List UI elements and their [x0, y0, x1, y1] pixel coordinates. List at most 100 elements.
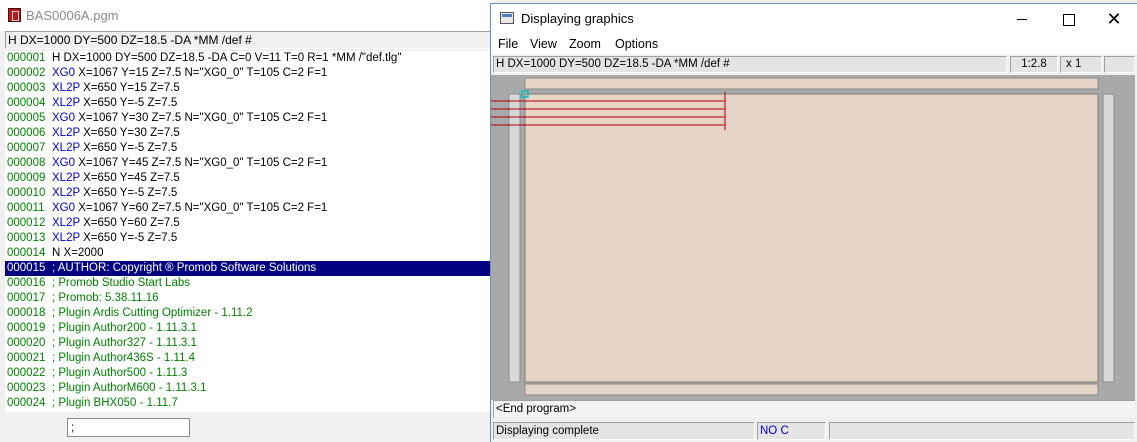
program-line[interactable]: 000008 XG0 X=1067 Y=45 Z=7.5 N="XG0_0" T=… [5, 156, 492, 171]
line-text: ; Plugin Ardis Cutting Optimizer - 1.11.… [52, 307, 253, 319]
line-number: 000002 [7, 67, 46, 79]
close-button[interactable]: ✕ [1091, 4, 1137, 34]
program-line[interactable]: 000002 XG0 X=1067 Y=15 Z=7.5 N="XG0_0" T=… [5, 66, 492, 81]
program-line[interactable]: 000023 ; Plugin AuthorM600 - 1.11.3.1 [5, 381, 492, 396]
line-text: ; Promob: 5.38.11.16 [52, 292, 159, 304]
line-text: N X=2000 [52, 247, 104, 259]
program-status-line: <End program> [493, 400, 1135, 418]
scale-readout: 1:2.8 [1010, 56, 1058, 73]
program-line[interactable]: 000014 N X=2000 [5, 246, 492, 261]
graphics-titlebar[interactable]: Displaying graphics ✕ [491, 4, 1137, 34]
line-text: ; Plugin Author500 - 1.11.3 [52, 367, 188, 379]
line-text: XL2P X=650 Y=60 Z=7.5 [52, 216, 180, 231]
line-text: ; Plugin Author327 - 1.11.3.1 [52, 337, 197, 349]
line-number: 000007 [7, 142, 46, 154]
program-file-icon [8, 8, 21, 22]
line-command: XL2P [52, 217, 80, 229]
line-number: 000010 [7, 187, 46, 199]
line-number: 000016 [7, 277, 46, 289]
line-text: ; Promob Studio Start Labs [52, 277, 191, 289]
line-text: ; AUTHOR: Copyright ® Promob Software So… [52, 262, 317, 274]
line-command: XL2P [52, 232, 80, 244]
program-line[interactable]: 000013 XL2P X=650 Y=-5 Z=7.5 [5, 231, 492, 246]
status-bar: Displaying complete NO C [491, 420, 1137, 442]
program-line[interactable]: 000004 XL2P X=650 Y=-5 Z=7.5 [5, 96, 492, 111]
graphics-canvas[interactable] [491, 75, 1135, 400]
program-line[interactable]: 000010 XL2P X=650 Y=-5 Z=7.5 [5, 186, 492, 201]
line-number: 000024 [7, 397, 46, 409]
line-number: 000019 [7, 322, 46, 334]
line-text: H DX=1000 DY=500 DZ=18.5 -DA C=0 V=11 T=… [52, 52, 402, 64]
line-text: XG0 X=1067 Y=60 Z=7.5 N="XG0_0" T=105 C=… [52, 201, 327, 216]
program-line[interactable]: 000024 ; Plugin BHX050 - 1.11.7 [5, 396, 492, 411]
minimize-button[interactable] [999, 4, 1045, 34]
line-number: 000003 [7, 82, 46, 94]
line-text: XG0 X=1067 Y=30 Z=7.5 N="XG0_0" T=105 C=… [52, 111, 327, 126]
line-arguments: X=650 Y=-5 Z=7.5 [83, 187, 178, 199]
line-arguments: X=1067 Y=30 Z=7.5 N="XG0_0" T=105 C=2 F=… [78, 112, 328, 124]
program-line[interactable]: 000016 ; Promob Studio Start Labs [5, 276, 492, 291]
menu-options[interactable]: Options [615, 37, 658, 51]
editor-title: BAS0006A.pgm [26, 8, 119, 23]
command-input[interactable] [67, 418, 190, 437]
line-number: 000017 [7, 292, 46, 304]
program-line[interactable]: 000009 XL2P X=650 Y=45 Z=7.5 [5, 171, 492, 186]
line-arguments: X=650 Y=15 Z=7.5 [83, 82, 180, 94]
program-line[interactable]: 000003 XL2P X=650 Y=15 Z=7.5 [5, 81, 492, 96]
program-line[interactable]: 000015 ; AUTHOR: Copyright ® Promob Softw… [5, 261, 492, 276]
menu-view[interactable]: View [530, 37, 557, 51]
panel-drawing [491, 77, 1115, 396]
line-command: XL2P [52, 97, 80, 109]
graphics-title: Displaying graphics [521, 11, 634, 26]
line-arguments: X=650 Y=30 Z=7.5 [83, 127, 180, 139]
line-command: XL2P [52, 142, 80, 154]
line-arguments: X=650 Y=60 Z=7.5 [83, 217, 180, 229]
close-icon: ✕ [1106, 9, 1122, 29]
line-arguments: X=650 Y=-5 Z=7.5 [83, 142, 178, 154]
menu-zoom[interactable]: Zoom [569, 37, 601, 51]
maximize-button[interactable] [1045, 4, 1091, 34]
line-number: 000018 [7, 307, 46, 319]
program-line[interactable]: 000017 ; Promob: 5.38.11.16 [5, 291, 492, 306]
graphics-info-bar: H DX=1000 DY=500 DZ=18.5 -DA *MM /def # … [493, 56, 1135, 74]
status-mode: NO C [757, 422, 826, 440]
program-line[interactable]: 000005 XG0 X=1067 Y=30 Z=7.5 N="XG0_0" T=… [5, 111, 492, 126]
editor-titlebar[interactable]: BAS0006A.pgm [0, 0, 492, 31]
line-text: XL2P X=650 Y=30 Z=7.5 [52, 126, 180, 141]
editor-command-bar [0, 412, 492, 442]
program-line[interactable]: 000011 XG0 X=1067 Y=60 Z=7.5 N="XG0_0" T=… [5, 201, 492, 216]
program-line[interactable]: 000001 H DX=1000 DY=500 DZ=18.5 -DA C=0 V… [5, 51, 492, 66]
program-line[interactable]: 000020 ; Plugin Author327 - 1.11.3.1 [5, 336, 492, 351]
program-line[interactable]: 000022 ; Plugin Author500 - 1.11.3 [5, 366, 492, 381]
program-line[interactable]: 000006 XL2P X=650 Y=30 Z=7.5 [5, 126, 492, 141]
line-arguments: X=1067 Y=45 Z=7.5 N="XG0_0" T=105 C=2 F=… [78, 157, 328, 169]
program-listing[interactable]: 000001 H DX=1000 DY=500 DZ=18.5 -DA C=0 V… [5, 51, 492, 412]
right-rail [1102, 93, 1115, 383]
line-text: ; Plugin Author436S - 1.11.4 [52, 352, 195, 364]
line-number: 000021 [7, 352, 46, 364]
graphics-window-icon [500, 12, 514, 24]
program-line[interactable]: 000012 XL2P X=650 Y=60 Z=7.5 [5, 216, 492, 231]
program-line[interactable]: 000019 ; Plugin Author200 - 1.11.3.1 [5, 321, 492, 336]
program-line[interactable]: 000021 ; Plugin Author436S - 1.11.4 [5, 351, 492, 366]
menu-file[interactable]: File [498, 37, 518, 51]
line-text: ; Plugin BHX050 - 1.11.7 [52, 397, 178, 409]
editor-header-line: H DX=1000 DY=500 DZ=18.5 -DA *MM /def # [5, 31, 492, 49]
menu-bar: File View Zoom Options [491, 34, 1137, 54]
graphics-window: Displaying graphics ✕ File View Zoom Opt… [490, 3, 1137, 442]
line-command: XL2P [52, 187, 80, 199]
line-text: XL2P X=650 Y=-5 Z=7.5 [52, 231, 177, 246]
program-line[interactable]: 000007 XL2P X=650 Y=-5 Z=7.5 [5, 141, 492, 156]
line-arguments: X=1067 Y=60 Z=7.5 N="XG0_0" T=105 C=2 F=… [78, 202, 328, 214]
line-number: 000009 [7, 172, 46, 184]
editor-window: BAS0006A.pgm H DX=1000 DY=500 DZ=18.5 -D… [0, 0, 492, 442]
line-arguments: X=650 Y=45 Z=7.5 [83, 172, 180, 184]
line-command: XG0 [52, 112, 76, 124]
line-number: 000022 [7, 367, 46, 379]
program-line[interactable]: 000018 ; Plugin Ardis Cutting Optimizer -… [5, 306, 492, 321]
line-number: 000012 [7, 217, 46, 229]
line-number: 000004 [7, 97, 46, 109]
line-number: 000008 [7, 157, 46, 169]
line-text: XL2P X=650 Y=-5 Z=7.5 [52, 141, 177, 156]
line-number: 000015 [7, 262, 46, 274]
